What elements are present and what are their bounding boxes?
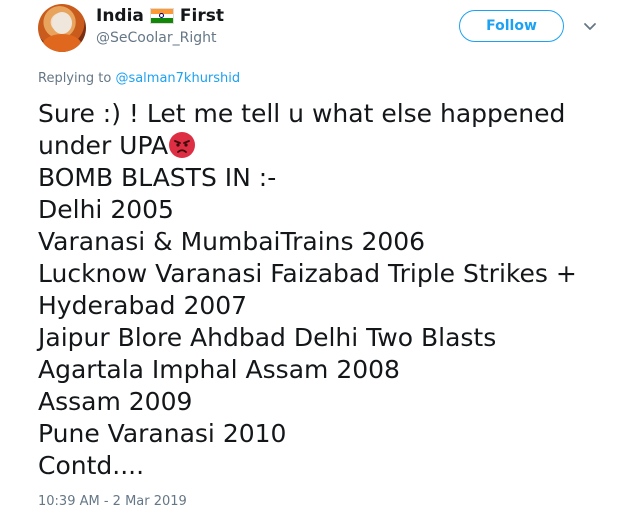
- tweet-line: Jaipur Blore Ahdbad Delhi Two Blasts: [38, 323, 497, 352]
- tweet-timestamp[interactable]: 10:39 AM - 2 Mar 2019: [38, 494, 187, 509]
- author-name[interactable]: India: [96, 6, 144, 26]
- avatar[interactable]: [38, 4, 86, 52]
- tweet-card: India First @SeCoolar_Right Follow Reply…: [0, 0, 638, 522]
- author-name-suffix[interactable]: First: [180, 6, 224, 26]
- tweet-text: Sure :) ! Let me tell u what else happen…: [38, 98, 628, 482]
- india-flag-icon: [149, 8, 174, 24]
- tweet-line: Sure :) ! Let me tell u what else happen…: [38, 99, 566, 128]
- tweet-line: Hyderabad 2007: [38, 291, 248, 320]
- author-name-row[interactable]: India First: [96, 6, 224, 26]
- author-handle[interactable]: @SeCoolar_Right: [96, 30, 217, 46]
- chevron-down-icon[interactable]: [582, 18, 598, 34]
- tweet-line: BOMB BLASTS IN :-: [38, 163, 277, 192]
- avatar-robe: [42, 34, 82, 52]
- tweet-line-with-emoji: under UPA: [38, 130, 628, 162]
- tweet-line: Pune Varanasi 2010: [38, 419, 287, 448]
- tweet-line: Delhi 2005: [38, 195, 174, 224]
- replying-to-prefix: Replying to: [38, 71, 112, 86]
- tweet-line: Agartala Imphal Assam 2008: [38, 355, 400, 384]
- tweet-line: Assam 2009: [38, 387, 193, 416]
- tweet-line: Lucknow Varanasi Faizabad Triple Strikes…: [38, 259, 577, 288]
- replying-to: Replying to @salman7khurshid: [38, 71, 240, 86]
- replying-to-handle-link[interactable]: @salman7khurshid: [115, 71, 240, 86]
- tweet-line: under UPA: [38, 131, 169, 160]
- follow-button[interactable]: Follow: [459, 10, 564, 42]
- tweet-line: Varanasi & MumbaiTrains 2006: [38, 227, 426, 256]
- avatar-face: [52, 12, 72, 34]
- angry-face-icon: [169, 132, 196, 158]
- tweet-line: Contd....: [38, 451, 145, 480]
